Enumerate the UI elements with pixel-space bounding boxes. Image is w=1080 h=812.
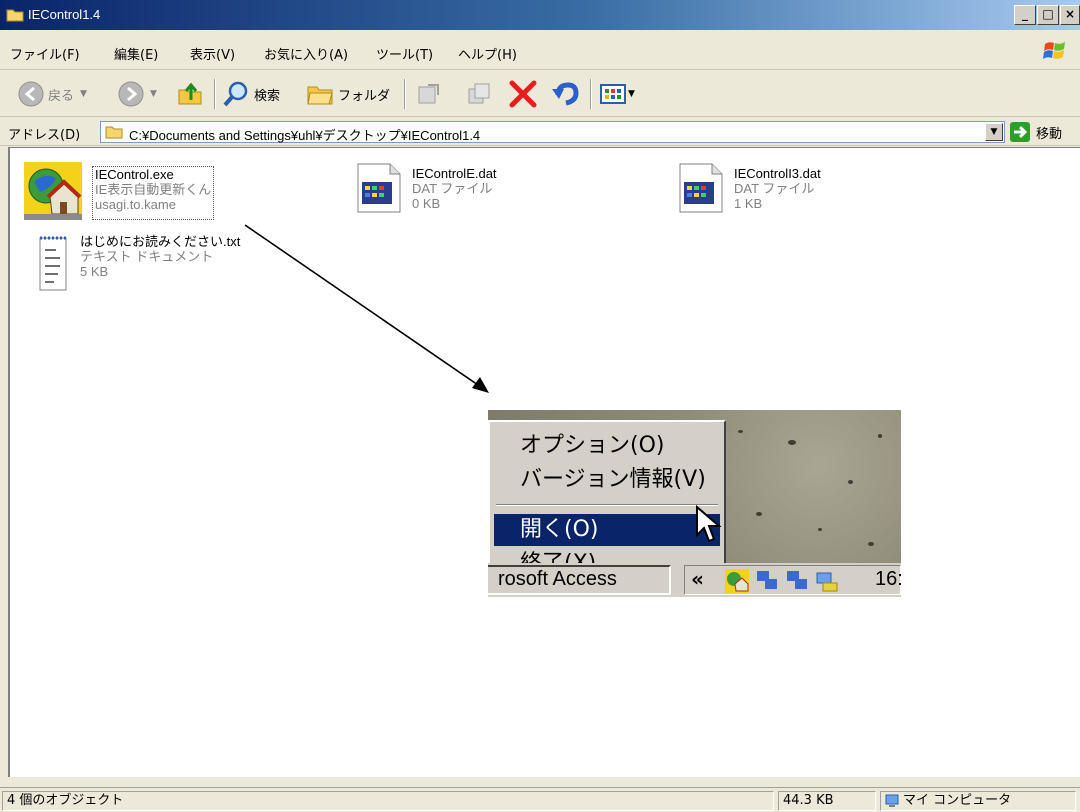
my-computer-icon	[885, 794, 899, 807]
text-document-icon	[39, 236, 67, 291]
file-name: はじめにお読みください.txt	[80, 234, 241, 249]
file-description: IE表示自動更新くん	[95, 182, 212, 197]
views-icon	[600, 84, 626, 104]
toolbar-separator	[404, 79, 406, 109]
menu-item-version-info[interactable]: バージョン情報(V)	[494, 464, 720, 496]
up-folder-icon	[178, 82, 202, 105]
copy-to-icon	[468, 83, 490, 104]
window-title: IEControl1.4	[28, 7, 101, 22]
status-object-count: 4 個のオブジェクト	[2, 791, 774, 811]
address-dropdown-button[interactable]: ▼	[985, 123, 1003, 141]
folders-label: フォルダ	[338, 88, 391, 104]
menu-separator	[496, 504, 718, 506]
network-icon[interactable]	[785, 569, 809, 593]
folder-icon	[6, 9, 24, 22]
menu-view[interactable]: 表示(V)	[190, 44, 235, 63]
status-size: 44.3 KB	[778, 791, 876, 811]
file-item[interactable]: はじめにお読みください.txt テキスト ドキュメント 5 KB	[36, 234, 240, 294]
network-icon[interactable]	[755, 569, 779, 593]
address-input[interactable]: C:¥Documents and Settings¥uhl¥デスクトップ¥IEC…	[100, 121, 1005, 143]
file-name: IEControlE.dat	[412, 166, 497, 181]
windows-logo-icon	[1043, 42, 1065, 59]
move-to-icon	[418, 84, 439, 104]
go-label: 移動	[1036, 126, 1063, 142]
tray-context-menu: オプション(O) バージョン情報(V) 開く(O) 終了(X)	[488, 420, 726, 582]
back-button[interactable]: 戻る ▼	[18, 79, 87, 109]
file-type: DAT ファイル	[734, 181, 815, 196]
go-button[interactable]: 移動	[1010, 122, 1062, 142]
menu-item-options[interactable]: オプション(O)	[494, 430, 720, 462]
search-label: 検索	[254, 88, 281, 104]
menu-file[interactable]: ファイル(F)	[10, 44, 80, 63]
dat-file-icon	[679, 163, 723, 213]
explorer-window: IEControl1.4 _ □ × ファイル(F) 編集(E) 表示(V) お…	[0, 0, 1080, 812]
forward-dropdown-icon[interactable]: ▼	[150, 89, 157, 99]
file-name: IEControlI3.dat	[734, 166, 821, 181]
file-item[interactable]: IEControlE.dat DAT ファイル 0 KB	[356, 162, 497, 214]
title-bar[interactable]: IEControl1.4 _ □ ×	[0, 0, 1080, 30]
menu-edit[interactable]: 編集(E)	[114, 44, 158, 63]
file-name: IEControl.exe	[95, 167, 174, 182]
file-size: 0 KB	[412, 196, 441, 211]
forward-arrow-icon	[118, 81, 144, 107]
back-label: 戻る	[48, 88, 75, 104]
file-item[interactable]: IEControl.exe IE表示自動更新くん usagi.to.kame	[24, 162, 215, 220]
search-icon	[223, 81, 248, 107]
undo-icon	[552, 82, 579, 106]
search-button[interactable]: 検索	[222, 79, 280, 109]
address-path: C:¥Documents and Settings¥uhl¥デスクトップ¥IEC…	[129, 128, 481, 143]
mouse-cursor-icon	[696, 505, 722, 543]
menu-tools[interactable]: ツール(T)	[376, 44, 433, 63]
folders-icon	[307, 86, 333, 105]
network-computer-icon[interactable]	[815, 569, 839, 593]
views-button[interactable]: ▼	[600, 79, 635, 109]
move-to-button[interactable]	[416, 79, 442, 109]
menu-bar: ファイル(F) 編集(E) 表示(V) お気に入り(A) ツール(T) ヘルプ(…	[0, 30, 1080, 70]
views-dropdown-icon[interactable]: ▼	[628, 89, 635, 99]
file-item[interactable]: IEControlI3.dat DAT ファイル 1 KB	[678, 162, 821, 214]
close-button[interactable]: ×	[1060, 5, 1080, 25]
status-bar: 4 個のオブジェクト 44.3 KB マイ コンピュータ	[0, 787, 1080, 812]
address-bar: アドレス(D) C:¥Documents and Settings¥uhl¥デス…	[0, 118, 1080, 146]
back-arrow-icon	[18, 81, 44, 107]
delete-button[interactable]	[508, 79, 538, 109]
copy-to-button[interactable]	[466, 79, 492, 109]
back-dropdown-icon[interactable]: ▼	[80, 89, 87, 99]
tray-menu-inset: オプション(O) バージョン情報(V) 開く(O) 終了(X) rosoft A…	[488, 410, 901, 597]
menu-help[interactable]: ヘルプ(H)	[458, 44, 517, 63]
menu-item-open[interactable]: 開く(O)	[494, 514, 720, 546]
taskbar-button-access[interactable]: rosoft Access	[488, 565, 671, 595]
tray-expand-chevron[interactable]: «	[691, 567, 704, 591]
ie-home-app-icon	[24, 162, 82, 220]
file-type: テキスト ドキュメント	[80, 249, 214, 264]
file-company: usagi.to.kame	[95, 197, 176, 212]
file-size: 5 KB	[80, 264, 109, 279]
maximize-button[interactable]: □	[1037, 5, 1059, 25]
forward-button[interactable]: ▼	[118, 79, 157, 109]
folders-button[interactable]: フォルダ	[306, 79, 390, 109]
go-arrow-icon	[1010, 122, 1030, 142]
standard-toolbar: 戻る ▼ ▼ 検索 フォルダ ▼	[0, 71, 1080, 117]
up-folder-button[interactable]	[176, 79, 204, 109]
status-zone-label: マイ コンピュータ	[903, 793, 1012, 808]
delete-x-icon	[509, 80, 537, 108]
toolbar-separator	[214, 79, 216, 109]
tray-clock: 16:	[875, 568, 901, 590]
file-size: 1 KB	[734, 196, 763, 211]
undo-button[interactable]	[550, 79, 580, 109]
folder-icon	[105, 126, 123, 139]
ie-home-tray-icon[interactable]	[725, 569, 749, 593]
menu-favorites[interactable]: お気に入り(A)	[264, 44, 348, 63]
toolbar-separator	[590, 79, 592, 109]
system-tray: « 16:	[684, 565, 901, 595]
taskbar: rosoft Access « 16:	[488, 563, 901, 597]
minimize-button[interactable]: _	[1014, 5, 1036, 25]
status-zone: マイ コンピュータ	[880, 791, 1076, 811]
file-type: DAT ファイル	[412, 181, 493, 196]
dat-file-icon	[357, 163, 401, 213]
address-label: アドレス(D)	[8, 128, 81, 143]
